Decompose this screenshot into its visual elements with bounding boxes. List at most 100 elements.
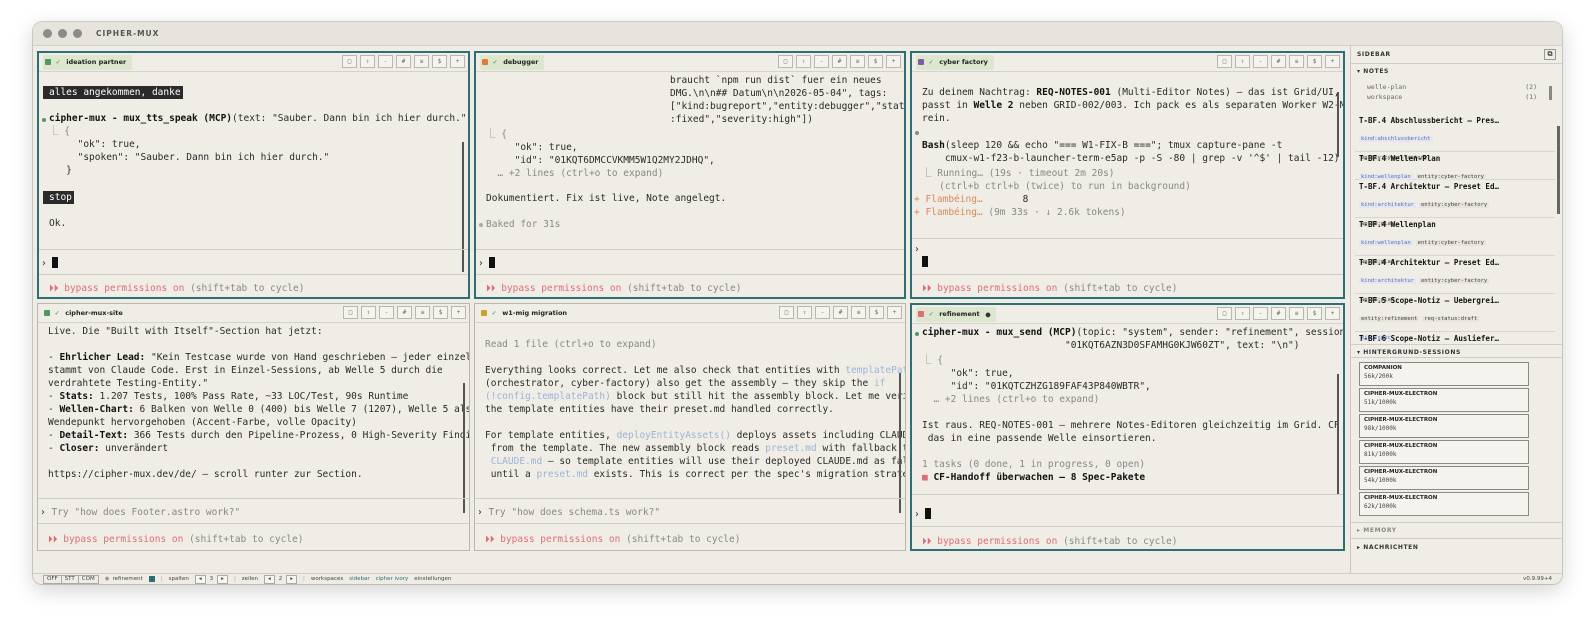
scrollbar[interactable] (462, 142, 464, 272)
mode-com-toggle[interactable]: COM (79, 576, 98, 583)
notes-section-header[interactable]: ▾ NOTES (1357, 68, 1389, 75)
shell-icon[interactable]: $ (432, 55, 447, 68)
prompt-input[interactable]: › (914, 508, 932, 521)
terminal-pane-cyber-factory[interactable]: ✓ cyber factory □ ⇧ - # ≡ $ + Zu deinem … (910, 51, 1345, 299)
maximize-pane-icon[interactable]: □ (343, 306, 358, 319)
mode-off-toggle[interactable]: OFF (44, 575, 62, 583)
workspaces-link[interactable]: workspaces (311, 576, 343, 582)
move-pane-icon[interactable]: ⇧ (1235, 307, 1250, 320)
maximize-pane-icon[interactable]: □ (342, 55, 357, 68)
add-pane-icon[interactable]: + (886, 55, 901, 68)
add-pane-icon[interactable]: + (887, 306, 902, 319)
mode-stt-toggle[interactable]: STT (62, 575, 79, 583)
notes-scrollbar[interactable] (1549, 86, 1552, 100)
shell-icon[interactable]: $ (433, 306, 448, 319)
notes-list-scrollbar[interactable] (1557, 126, 1560, 214)
maximize-pane-icon[interactable]: □ (779, 306, 794, 319)
scrollbar[interactable] (899, 373, 901, 513)
note-item[interactable]: T-BF.4 Wellen-Plan kind:wellenplan entity… (1355, 154, 1555, 180)
background-session-card[interactable]: CIPHER-MUX-ELECTRON 81k/1000k (1359, 440, 1529, 464)
terminal-pane-ideation-partner[interactable]: ✓ ideation partner □ ⇧ - # ≡ $ + alles a… (37, 51, 470, 299)
pane-title[interactable]: cyber factory (939, 58, 988, 66)
pane-title[interactable]: ideation partner (66, 58, 126, 66)
terminal-pane-cipher-mux-site[interactable]: ✓ cipher-mux-site □ ⇧ - # ≡ $ + Live. Di… (37, 303, 470, 551)
pane-title[interactable]: debugger (503, 58, 538, 66)
pane-title[interactable]: refinement (939, 310, 979, 318)
minimize-pane-icon[interactable]: - (378, 55, 393, 68)
site-link[interactable]: https://cipher-mux.dev/de/ — scroll runt… (48, 468, 363, 481)
pane-title[interactable]: cipher-mux-site (65, 309, 123, 317)
shell-icon[interactable]: $ (1307, 55, 1322, 68)
prompt-input[interactable]: › Try "how does Footer.astro work?" (40, 506, 240, 519)
grid-icon[interactable]: # (1271, 55, 1286, 68)
move-pane-icon[interactable]: ⇧ (797, 306, 812, 319)
terminal-pane-refinement[interactable]: ✓ refinement ● □ ⇧ - # ≡ $ + cipher-mux … (910, 303, 1345, 551)
pane-title[interactable]: w1-mig migration (502, 309, 567, 317)
note-item[interactable]: T-BF.6 Scope-Notiz — Ausliefer… (1355, 334, 1555, 344)
rows-increment[interactable]: ▸ (286, 574, 298, 584)
background-sessions-header[interactable]: ▾ HINTERGRUND-SESSIONS (1351, 344, 1562, 358)
grid-icon[interactable]: # (397, 306, 412, 319)
menu-icon[interactable]: ≡ (851, 306, 866, 319)
terminal-pane-debugger[interactable]: ✓ debugger □ ⇧ - # ≡ $ + braucht `npm ru… (474, 51, 906, 299)
grid-icon[interactable]: # (832, 55, 847, 68)
columns-increment[interactable]: ▸ (217, 574, 228, 584)
move-pane-icon[interactable]: ⇧ (796, 55, 811, 68)
notes-group-item[interactable]: workspace (1) (1367, 93, 1537, 103)
maximize-pane-icon[interactable]: □ (778, 55, 793, 68)
menu-icon[interactable]: ≡ (1289, 307, 1304, 320)
messages-section-header[interactable]: ▸ NACHRICHTEN (1351, 538, 1562, 554)
note-item[interactable]: T-BF.4 Abschlussbericht — Pres… kind:abs… (1355, 116, 1555, 161)
prompt-input[interactable] (922, 256, 928, 269)
scrollbar[interactable] (463, 383, 465, 513)
rows-decrement[interactable]: ◂ (264, 574, 275, 584)
close-window-button[interactable] (43, 29, 52, 38)
note-item[interactable]: T-BF.4 Architektur — Preset Ed… kind:arc… (1355, 258, 1555, 303)
notes-group-item[interactable]: welle-plan (2) (1367, 83, 1537, 93)
prompt-input[interactable]: › (478, 257, 496, 270)
minimize-pane-icon[interactable]: - (1253, 55, 1268, 68)
grid-icon[interactable]: # (833, 306, 848, 319)
scrollbar[interactable] (1337, 374, 1339, 494)
background-session-card[interactable]: CIPHER-MUX-ELECTRON 62k/1000k (1359, 492, 1529, 516)
add-pane-icon[interactable]: + (450, 55, 465, 68)
sidebar-toggle-icon[interactable]: ⧉ (1544, 49, 1556, 60)
theme-link[interactable]: cipher ivory (376, 576, 409, 582)
move-pane-icon[interactable]: ⇧ (1235, 55, 1250, 68)
grid-icon[interactable]: # (396, 55, 411, 68)
read-status[interactable]: Read 1 file (ctrl+o to expand) (485, 338, 657, 351)
background-session-card[interactable]: COMPANION 56k/200k (1359, 362, 1529, 386)
minimize-pane-icon[interactable]: - (815, 306, 830, 319)
move-pane-icon[interactable]: ⇧ (360, 55, 375, 68)
shell-icon[interactable]: $ (869, 306, 884, 319)
menu-icon[interactable]: ≡ (414, 55, 429, 68)
prompt-input[interactable]: › (41, 257, 59, 270)
expand-hint[interactable]: … +2 lines (ctrl+o to expand) (922, 393, 1099, 406)
minimize-pane-icon[interactable]: - (379, 306, 394, 319)
minimize-pane-icon[interactable]: - (1253, 307, 1268, 320)
terminal-pane-w1-mig-migration[interactable]: ✓ w1-mig migration □ ⇧ - # ≡ $ + Read 1 … (474, 303, 906, 551)
expand-hint[interactable]: … +2 lines (ctrl+o to expand) (486, 167, 663, 180)
shell-icon[interactable]: $ (1307, 307, 1322, 320)
columns-decrement[interactable]: ◂ (194, 574, 206, 584)
minimize-window-button[interactable] (58, 29, 67, 38)
background-session-card[interactable]: CIPHER-MUX-ELECTRON 98k/1000k (1359, 414, 1529, 438)
menu-icon[interactable]: ≡ (850, 55, 865, 68)
note-item[interactable]: T-BF.5 Scope-Notiz — Uebergrei… entity:r… (1355, 296, 1555, 341)
move-pane-icon[interactable]: ⇧ (361, 306, 376, 319)
memory-section-header[interactable]: ▸ MEMORY (1351, 522, 1562, 536)
menu-icon[interactable]: ≡ (1289, 55, 1304, 68)
note-item[interactable]: T-BF.4 Wellenplan kind:wellenplan entity:… (1355, 220, 1555, 265)
shell-icon[interactable]: $ (868, 55, 883, 68)
add-pane-icon[interactable]: + (1325, 307, 1340, 320)
minimize-pane-icon[interactable]: - (814, 55, 829, 68)
background-session-card[interactable]: CIPHER-MUX-ELECTRON 51k/1000k (1359, 388, 1529, 412)
prompt-input[interactable]: › Try "how does schema.ts work?" (477, 506, 660, 519)
settings-link[interactable]: einstellungen (414, 576, 451, 582)
maximize-window-button[interactable] (73, 29, 82, 38)
note-item[interactable]: T-BF.4 Architektur — Preset Ed… kind:arc… (1355, 182, 1555, 227)
background-session-card[interactable]: CIPHER-MUX-ELECTRON 54k/1000k (1359, 466, 1529, 490)
maximize-pane-icon[interactable]: □ (1217, 307, 1232, 320)
maximize-pane-icon[interactable]: □ (1217, 55, 1232, 68)
grid-icon[interactable]: # (1271, 307, 1286, 320)
